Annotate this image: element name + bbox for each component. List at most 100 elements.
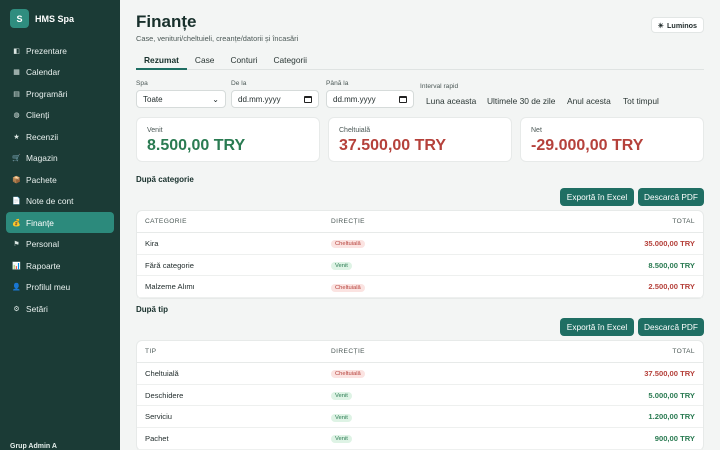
brand-logo: S — [10, 9, 29, 28]
chevron-down-icon: ⌄ — [212, 94, 219, 104]
tab-3[interactable]: Categorii — [265, 53, 315, 70]
row-total: 900,00 TRY — [654, 433, 695, 443]
row-direction: Venit — [331, 433, 523, 444]
sidebar: S HMS Spa ◧ Prezentare ▦ Calendar ▤ Programăr… — [0, 0, 120, 450]
sidebar-item-2[interactable]: ▤ Programări — [6, 83, 114, 104]
theme-toggle-button[interactable]: ☀ Luminos — [650, 17, 704, 33]
table-row[interactable]: Serviciu Venit 1.200,00 TRY — [137, 406, 703, 429]
appointments-icon: ▤ — [13, 90, 20, 98]
row-direction: Venit — [331, 412, 523, 422]
sidebar-item-0[interactable]: ◧ Prezentare — [6, 40, 114, 61]
by-category-table: CATEGORIE DIRECȚIE TOTAL Kira Cheltuială 35.0… — [136, 210, 704, 300]
sidebar-item-5[interactable]: 🛒 Magazin — [6, 148, 114, 169]
sidebar-item-12[interactable]: ⚙ Setări — [6, 298, 114, 319]
column-header[interactable]: TIP — [137, 348, 331, 355]
expense-card: Cheltuială 37.500,00 TRY — [328, 117, 512, 162]
expense-label: Cheltuială — [339, 127, 371, 134]
sidebar-item-6[interactable]: 📦 Pachete — [6, 169, 114, 190]
page-title: Finanțe — [136, 12, 197, 31]
sidebar-item-4[interactable]: ★ Recenzii — [6, 126, 114, 147]
from-date-label: De la — [231, 80, 247, 87]
to-date-input[interactable]: dd.mm.yyyy — [326, 90, 414, 108]
table-row[interactable]: Pachet Venit 900,00 TRY — [137, 428, 703, 450]
quick-range-this-month[interactable]: Luna aceasta — [426, 96, 476, 106]
by-type-title: După tip — [136, 305, 168, 314]
sidebar-item-10[interactable]: 📊 Rapoarte — [6, 255, 114, 276]
sidebar-footer: Grup Admin A — [10, 443, 57, 450]
download-pdf-button[interactable]: Descarcă PDF — [638, 318, 704, 336]
table-row[interactable]: Fără categorie Venit 8.500,00 TRY — [137, 255, 703, 277]
quick-range-last-30-days[interactable]: Ultimele 30 de zile — [487, 96, 555, 106]
by-type-table: TIP DIRECȚIE TOTAL Cheltuială Cheltuială 37.5… — [136, 340, 704, 450]
column-header[interactable]: CATEGORIE — [137, 218, 331, 225]
page-subtitle: Case, venituri/cheltuieli, creanțe/dator… — [136, 34, 299, 43]
row-direction: Venit — [331, 390, 523, 401]
income-card: Venit 8.500,00 TRY — [136, 117, 320, 162]
column-header[interactable]: TOTAL — [523, 218, 703, 225]
quick-range-all-time[interactable]: Tot timpul — [623, 96, 659, 106]
table-row[interactable]: Deschidere Venit 5.000,00 TRY — [137, 385, 703, 407]
spa-select[interactable]: Toate ⌄ — [136, 90, 226, 108]
table-row[interactable]: Cheltuială Cheltuială 37.500,00 TRY — [137, 363, 703, 385]
table-header: CATEGORIE DIRECȚIE TOTAL — [137, 211, 703, 233]
column-header[interactable]: DIRECȚIE — [331, 348, 523, 355]
gear-icon: ⚙ — [13, 305, 20, 313]
row-name: Serviciu — [145, 412, 173, 422]
cart-icon: 🛒 — [12, 155, 21, 162]
expense-value: 37.500,00 TRY — [339, 137, 447, 154]
row-name: Deschidere — [145, 390, 184, 400]
by-category-title: După categorie — [136, 175, 194, 184]
table-row[interactable]: Malzeme Alımı Cheltuială 2.500,00 TRY — [137, 276, 703, 299]
to-date-placeholder: dd.mm.yyyy — [333, 94, 376, 104]
row-name: Cheltuială — [145, 368, 179, 378]
spa-select-value: Toate — [143, 94, 163, 104]
row-total: 37.500,00 TRY — [644, 368, 695, 378]
tab-1[interactable]: Case — [187, 53, 223, 70]
flag-icon: ⚑ — [13, 241, 20, 248]
calendar-icon: ▦ — [13, 69, 20, 76]
row-total: 2.500,00 TRY — [648, 282, 695, 292]
row-name: Kira — [145, 238, 159, 248]
export-excel-button[interactable]: Exportă în Excel — [560, 318, 634, 336]
presentation-icon: ◧ — [13, 47, 20, 55]
sidebar-item-label: Magazin — [26, 153, 58, 163]
sidebar-item-8[interactable]: 💰 Finanțe — [6, 212, 114, 233]
sidebar-item-label: Recenzii — [26, 131, 59, 142]
quick-range-this-year[interactable]: Anul acesta — [567, 96, 611, 106]
calendar-icon[interactable] — [304, 95, 312, 103]
row-direction: Venit — [331, 260, 523, 271]
download-pdf-button[interactable]: Descarcă PDF — [638, 188, 704, 206]
sidebar-item-9[interactable]: ⚑ Personal — [6, 234, 114, 255]
sidebar-item-3[interactable]: ◍ Clienți — [6, 105, 114, 126]
to-date-label: Până la — [326, 80, 349, 87]
income-label: Venit — [147, 127, 163, 134]
sidebar-item-1[interactable]: ▦ Calendar — [6, 62, 114, 83]
sidebar-item-7[interactable]: 📄 Note de cont — [6, 191, 114, 212]
sidebar-item-label: Pachete — [26, 174, 57, 185]
column-header[interactable]: DIRECȚIE — [331, 218, 523, 225]
table-row[interactable]: Kira Cheltuială 35.000,00 TRY — [137, 233, 703, 255]
row-name: Pachet — [145, 433, 169, 443]
tab-0[interactable]: Rezumat — [136, 53, 187, 70]
calendar-icon[interactable] — [399, 95, 407, 103]
row-direction: Cheltuială — [331, 368, 523, 379]
row-total: 5.000,00 TRY — [648, 390, 695, 400]
direction-badge: Venit — [331, 435, 352, 444]
sidebar-item-label: Note de cont — [26, 196, 74, 206]
money-bag-icon: 💰 — [12, 219, 21, 227]
sidebar-item-label: Rapoarte — [26, 260, 61, 271]
export-excel-button[interactable]: Exportă în Excel — [560, 188, 634, 206]
sidebar-item-label: Programări — [26, 88, 68, 99]
brand[interactable]: S HMS Spa — [10, 9, 74, 28]
column-header[interactable]: TOTAL — [523, 348, 703, 355]
sidebar-item-label: Prezentare — [26, 45, 67, 56]
direction-badge: Venit — [331, 413, 352, 422]
row-direction: Cheltuială — [331, 238, 523, 249]
row-total: 8.500,00 TRY — [648, 260, 695, 270]
sidebar-item-11[interactable]: 👤 Profilul meu — [6, 277, 114, 298]
tab-2[interactable]: Conturi — [222, 53, 265, 70]
note-icon: 📄 — [12, 198, 21, 205]
net-card: Net -29.000,00 TRY — [520, 117, 704, 162]
from-date-input[interactable]: dd.mm.yyyy — [231, 90, 319, 108]
sidebar-item-label: Clienți — [26, 110, 50, 120]
